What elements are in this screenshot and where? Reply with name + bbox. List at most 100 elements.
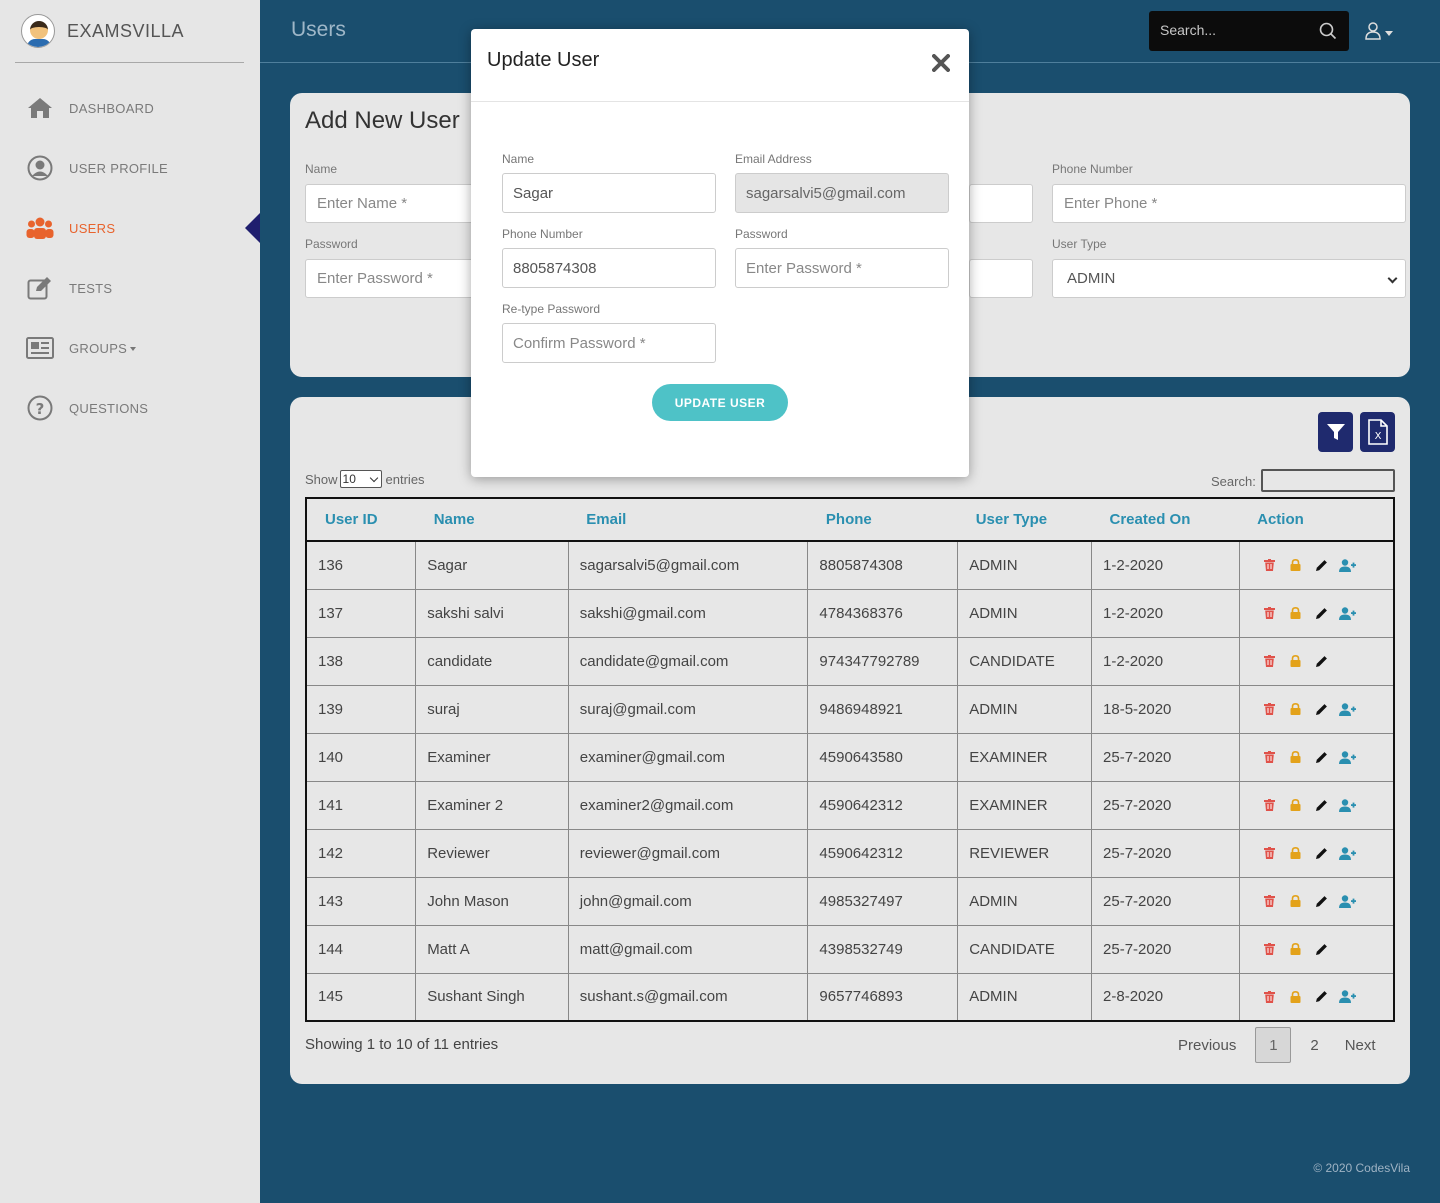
column-header-user-type[interactable]: User Type: [957, 498, 1092, 542]
pagination-page-1[interactable]: 1: [1255, 1027, 1292, 1063]
add-user-icon[interactable]: [1335, 843, 1361, 863]
phone-label: Phone Number: [1052, 162, 1133, 176]
cell-created: 1-2-2020: [1091, 588, 1240, 638]
cell-created: 18-5-2020: [1091, 684, 1240, 734]
lock-icon[interactable]: [1283, 651, 1309, 671]
edit-pencil-icon[interactable]: [1309, 555, 1335, 575]
sidebar-item-users[interactable]: USERS: [0, 198, 260, 258]
cell-type: ADMIN: [957, 972, 1093, 1021]
table-row: 137 sakshi salvi sakshi@gmail.com 478436837…: [306, 588, 1394, 638]
sidebar-item-dashboard[interactable]: DASHBOARD: [0, 78, 260, 138]
search-icon[interactable]: [1319, 22, 1337, 45]
pagination-page-2[interactable]: 2: [1297, 1027, 1331, 1063]
add-user-icon[interactable]: [1335, 987, 1361, 1007]
add-user-title: Add New User: [305, 107, 460, 134]
edit-pencil-icon[interactable]: [1309, 987, 1335, 1007]
cell-created: 25-7-2020: [1091, 828, 1240, 878]
export-excel-button[interactable]: X: [1360, 412, 1395, 452]
edit-pencil-icon[interactable]: [1309, 747, 1335, 767]
modal-retype-input[interactable]: [502, 323, 716, 363]
column-header-email[interactable]: Email: [568, 498, 808, 542]
sidebar-item-groups[interactable]: GROUPS: [0, 318, 260, 378]
add-email-input[interactable]: [969, 184, 1033, 223]
add-retype-input[interactable]: [969, 259, 1033, 298]
add-user-icon[interactable]: [1335, 891, 1361, 911]
delete-icon[interactable]: [1257, 939, 1283, 959]
lock-icon[interactable]: [1283, 699, 1309, 719]
delete-icon[interactable]: [1257, 987, 1283, 1007]
sidebar-item-label: DASHBOARD: [69, 100, 155, 116]
delete-icon[interactable]: [1257, 651, 1283, 671]
lock-icon[interactable]: [1283, 843, 1309, 863]
cell-created: 25-7-2020: [1091, 780, 1240, 830]
add-user-icon[interactable]: [1335, 699, 1361, 719]
modal-password-input[interactable]: [735, 248, 949, 288]
sidebar-item-user-profile[interactable]: USER PROFILE: [0, 138, 260, 198]
pagination-next[interactable]: Next: [1332, 1027, 1389, 1063]
close-icon[interactable]: [931, 53, 951, 73]
cell-type: ADMIN: [957, 540, 1093, 590]
page-size-select[interactable]: 10: [339, 470, 382, 488]
delete-icon[interactable]: [1257, 699, 1283, 719]
edit-pencil-icon[interactable]: [1309, 651, 1335, 671]
update-user-button[interactable]: UPDATE USER: [652, 384, 788, 421]
modal-phone-label: Phone Number: [502, 227, 583, 241]
table-row: 138 candidate candidate@gmail.com 974347792…: [306, 636, 1394, 686]
column-header-action: Action: [1239, 498, 1394, 542]
sidebar-nav: DASHBOARD USER PROFILE USERS TESTS GROUP…: [0, 78, 260, 438]
add-user-icon[interactable]: [1335, 795, 1361, 815]
cell-created: 25-7-2020: [1091, 732, 1240, 782]
lock-icon[interactable]: [1283, 747, 1309, 767]
cell-id: 137: [306, 588, 417, 638]
user-menu[interactable]: [1365, 22, 1393, 45]
edit-pencil-icon[interactable]: [1309, 939, 1335, 959]
delete-icon[interactable]: [1257, 747, 1283, 767]
lock-icon[interactable]: [1283, 891, 1309, 911]
sidebar-item-label: GROUPS: [69, 341, 137, 356]
modal-phone-input[interactable]: [502, 248, 716, 288]
cell-created: 25-7-2020: [1091, 924, 1240, 974]
delete-icon[interactable]: [1257, 795, 1283, 815]
sidebar-item-tests[interactable]: TESTS: [0, 258, 260, 318]
column-header-name[interactable]: Name: [415, 498, 569, 542]
lock-icon[interactable]: [1283, 795, 1309, 815]
add-user-icon[interactable]: [1335, 747, 1361, 767]
delete-icon[interactable]: [1257, 843, 1283, 863]
edit-pencil-icon[interactable]: [1309, 699, 1335, 719]
add-user-icon[interactable]: [1335, 555, 1361, 575]
add-phone-input[interactable]: [1052, 184, 1406, 223]
filter-button[interactable]: [1318, 412, 1353, 452]
cell-phone: 8805874308: [807, 540, 959, 590]
modal-name-input[interactable]: [502, 173, 716, 213]
column-header-user-id[interactable]: User ID: [306, 498, 416, 542]
edit-pencil-icon[interactable]: [1309, 603, 1335, 623]
column-header-phone[interactable]: Phone: [807, 498, 958, 542]
pagination-previous[interactable]: Previous: [1165, 1027, 1249, 1063]
cell-name: candidate: [415, 636, 569, 686]
lock-icon[interactable]: [1283, 939, 1309, 959]
column-header-created-on[interactable]: Created On: [1091, 498, 1240, 542]
edit-pencil-icon[interactable]: [1309, 891, 1335, 911]
cell-actions: [1238, 780, 1394, 830]
search-input[interactable]: [1160, 22, 1310, 38]
top-search-box: [1149, 11, 1349, 51]
cell-actions: [1238, 972, 1394, 1021]
table-search-input[interactable]: [1261, 469, 1395, 492]
cell-email: candidate@gmail.com: [567, 636, 809, 686]
delete-icon[interactable]: [1257, 603, 1283, 623]
sidebar-item-questions[interactable]: ? QUESTIONS: [0, 378, 260, 438]
cell-phone: 4590642312: [807, 828, 959, 878]
lock-icon[interactable]: [1283, 987, 1309, 1007]
edit-pencil-icon[interactable]: [1309, 795, 1335, 815]
brand[interactable]: EXAMSVILLA: [15, 0, 244, 63]
add-user-icon[interactable]: [1335, 603, 1361, 623]
delete-icon[interactable]: [1257, 891, 1283, 911]
user-type-select[interactable]: ADMIN: [1052, 259, 1406, 298]
cell-id: 140: [306, 732, 417, 782]
pagination: Previous 1 2 Next: [1165, 1027, 1389, 1063]
lock-icon[interactable]: [1283, 555, 1309, 575]
delete-icon[interactable]: [1257, 555, 1283, 575]
cell-name: Examiner: [415, 732, 569, 782]
edit-pencil-icon[interactable]: [1309, 843, 1335, 863]
lock-icon[interactable]: [1283, 603, 1309, 623]
